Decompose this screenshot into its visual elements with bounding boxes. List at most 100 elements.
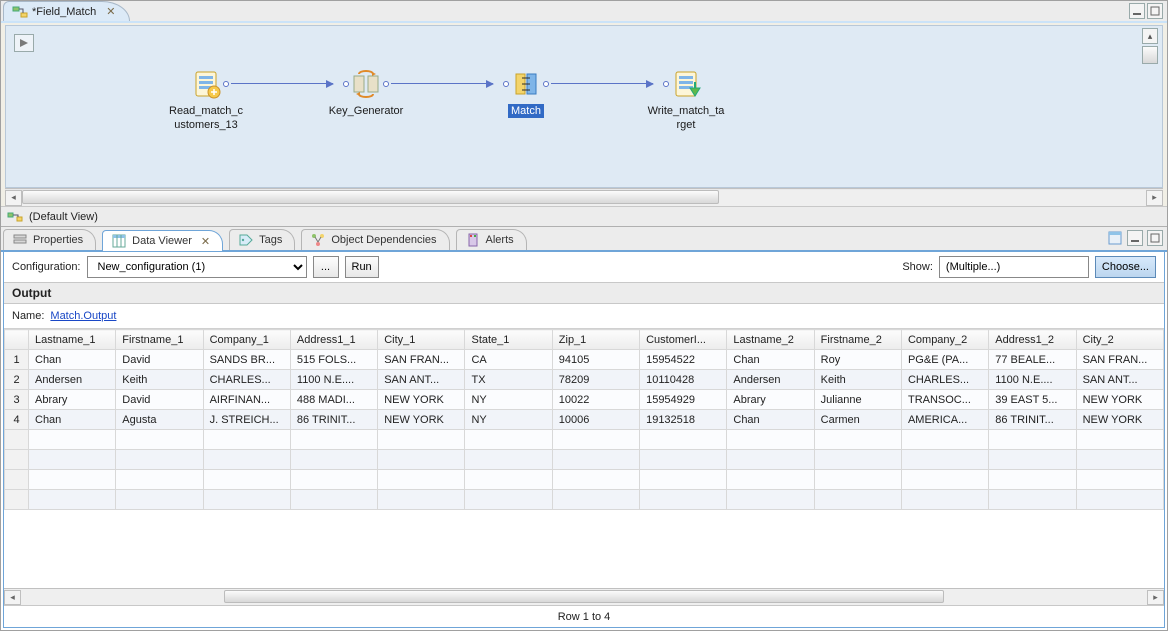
column-header[interactable]: City_2 — [1076, 330, 1163, 350]
tab-properties[interactable]: Properties — [3, 229, 96, 250]
column-header[interactable]: Firstname_1 — [116, 330, 203, 350]
column-header[interactable]: Company_2 — [901, 330, 988, 350]
scroll-left-arrow[interactable]: ◂ — [4, 590, 21, 605]
table-cell — [290, 490, 377, 510]
column-header[interactable]: Company_1 — [203, 330, 290, 350]
table-cell: 77 BEALE... — [989, 350, 1076, 370]
column-header[interactable]: Zip_1 — [552, 330, 639, 350]
output-section-header: Output — [4, 282, 1164, 304]
table-cell: Andersen — [29, 370, 116, 390]
table-cell — [989, 450, 1076, 470]
tab-label: Tags — [259, 234, 282, 246]
table-cell: AMERICA... — [901, 410, 988, 430]
minimize-button[interactable] — [1127, 230, 1143, 246]
node-label: Read_match_customers_13 — [166, 104, 246, 132]
table-cell: Keith — [116, 370, 203, 390]
table-row[interactable]: 4ChanAgustaJ. STREICH...86 TRINIT...NEW … — [5, 410, 1164, 430]
row-number-cell: 2 — [5, 370, 29, 390]
table-cell: Chan — [727, 350, 814, 370]
choose-button[interactable]: Choose... — [1095, 256, 1156, 278]
table-cell — [814, 470, 901, 490]
dataflow-icon — [12, 4, 28, 20]
editor-tab-field-match[interactable]: *Field_Match ✕ — [3, 1, 130, 21]
scroll-right-arrow[interactable]: ▸ — [1146, 190, 1163, 206]
table-row[interactable]: 1ChanDavidSANDS BR...515 FOLS...SAN FRAN… — [5, 350, 1164, 370]
table-row[interactable] — [5, 490, 1164, 510]
table-cell — [901, 470, 988, 490]
table-row[interactable]: 3AbraryDavidAIRFINAN...488 MADI...NEW YO… — [5, 390, 1164, 410]
table-cell — [640, 450, 727, 470]
table-cell — [727, 470, 814, 490]
flow-arrow — [391, 83, 493, 84]
table-cell — [203, 470, 290, 490]
vscroll-thumb[interactable] — [1142, 46, 1158, 64]
column-header[interactable]: Lastname_2 — [727, 330, 814, 350]
table-hscrollbar[interactable]: ◂ ▸ — [4, 588, 1164, 605]
run-button[interactable]: Run — [345, 256, 379, 278]
table-cell — [116, 450, 203, 470]
configuration-browse-button[interactable]: ... — [313, 256, 339, 278]
table-cell — [989, 430, 1076, 450]
table-cell — [640, 430, 727, 450]
hscroll-thumb[interactable] — [224, 590, 945, 603]
maximize-button[interactable] — [1147, 3, 1163, 19]
table-cell: Chan — [29, 410, 116, 430]
column-header[interactable]: City_1 — [378, 330, 465, 350]
maximize-button[interactable] — [1147, 230, 1163, 246]
column-header[interactable]: Address1_2 — [989, 330, 1076, 350]
table-cell: 1100 N.E.... — [290, 370, 377, 390]
hscroll-thumb[interactable] — [22, 190, 719, 204]
minimize-button[interactable] — [1129, 3, 1145, 19]
run-arrow-button[interactable] — [14, 34, 34, 52]
output-name-link[interactable]: Match.Output — [50, 310, 116, 322]
table-cell — [116, 470, 203, 490]
output-name-label: Name: — [12, 310, 44, 322]
tab-alerts[interactable]: Alerts — [456, 229, 527, 250]
column-header[interactable]: State_1 — [465, 330, 552, 350]
scroll-left-arrow[interactable]: ◂ — [5, 190, 22, 206]
table-cell — [29, 490, 116, 510]
table-cell: Abrary — [29, 390, 116, 410]
table-cell: CHARLES... — [203, 370, 290, 390]
row-number-cell — [5, 430, 29, 450]
table-cell: TX — [465, 370, 552, 390]
configuration-select[interactable]: New_configuration (1) — [87, 256, 307, 278]
row-number-cell — [5, 450, 29, 470]
dataflow-canvas[interactable]: ▴ Read_match_customers_13 Key_Generator — [5, 25, 1163, 188]
table-cell: 39 EAST 5... — [989, 390, 1076, 410]
column-header[interactable]: Firstname_2 — [814, 330, 901, 350]
node-match[interactable]: Match — [486, 68, 566, 118]
column-header[interactable]: Lastname_1 — [29, 330, 116, 350]
node-write-match-target[interactable]: Write_match_target — [646, 68, 726, 132]
close-icon[interactable]: ✕ — [201, 235, 210, 248]
show-field[interactable] — [939, 256, 1089, 278]
node-key-generator[interactable]: Key_Generator — [326, 68, 406, 118]
row-number-cell: 4 — [5, 410, 29, 430]
row-number-cell: 1 — [5, 350, 29, 370]
node-read-match-customers[interactable]: Read_match_customers_13 — [166, 68, 246, 132]
scroll-up-arrow[interactable]: ▴ — [1142, 28, 1158, 44]
scroll-right-arrow[interactable]: ▸ — [1147, 590, 1164, 605]
canvas-hscrollbar[interactable]: ◂ ▸ — [5, 188, 1163, 206]
column-header[interactable]: CustomerI... — [640, 330, 727, 350]
dependencies-icon — [310, 232, 326, 248]
tab-tags[interactable]: Tags — [229, 229, 295, 250]
table-cell — [465, 430, 552, 450]
column-header[interactable]: Address1_1 — [290, 330, 377, 350]
tab-object-dependencies[interactable]: Object Dependencies — [301, 229, 449, 250]
view-menu-icon[interactable] — [1107, 230, 1123, 246]
default-view-icon — [7, 209, 23, 225]
table-row[interactable]: 2AndersenKeithCHARLES...1100 N.E....SAN … — [5, 370, 1164, 390]
close-icon[interactable]: ✕ — [106, 5, 115, 18]
output-table: Lastname_1Firstname_1Company_1Address1_1… — [4, 329, 1164, 510]
table-cell — [1076, 430, 1163, 450]
default-view-label[interactable]: (Default View) — [29, 211, 98, 223]
table-cell: Carmen — [814, 410, 901, 430]
table-row[interactable] — [5, 450, 1164, 470]
table-row[interactable] — [5, 430, 1164, 450]
table-cell — [203, 450, 290, 470]
tab-data-viewer[interactable]: Data Viewer ✕ — [102, 230, 223, 251]
table-row[interactable] — [5, 470, 1164, 490]
row-number-header[interactable] — [5, 330, 29, 350]
table-cell: 10110428 — [640, 370, 727, 390]
